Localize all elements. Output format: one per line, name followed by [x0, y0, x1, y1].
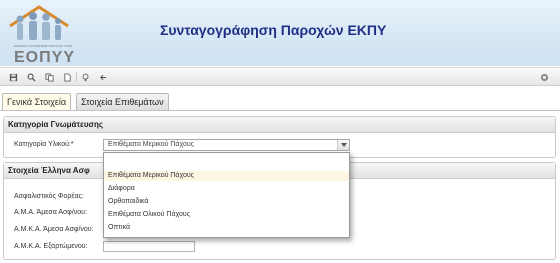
logo-tagline: ΕΘΝΙΚΟΣ ΟΡΓΑΝΙΣΜΟΣ ΠΑΡΟΧΗΣ ΥΠΗΡΕΣΙΩΝ ΥΓΕ…	[14, 44, 72, 48]
document-icon[interactable]	[62, 72, 72, 82]
material-category-select[interactable]: Επιθέματα Μερικού Πάχους	[103, 139, 350, 151]
amka-dependent-label: Α.Μ.Κ.Α. Εξαρτώμενου:	[14, 243, 88, 250]
chevron-down-icon	[340, 143, 347, 147]
copy-icon[interactable]	[44, 72, 54, 82]
eopyy-logo: ΕΘΝΙΚΟΣ ΟΡΓΑΝΙΣΜΟΣ ΠΑΡΟΧΗΣ ΥΠΗΡΕΣΙΩΝ ΥΓΕ…	[6, 4, 74, 66]
family-logo-icon	[9, 5, 69, 40]
material-category-dropdown: Επιθέματα Μερικού Πάχους Διάφορα Ορθοπαι…	[103, 152, 350, 238]
app-header: ΕΘΝΙΚΟΣ ΟΡΓΑΝΙΣΜΟΣ ΠΑΡΟΧΗΣ ΥΠΗΡΕΣΙΩΝ ΥΓΕ…	[0, 0, 560, 66]
lightbulb-icon[interactable]	[80, 72, 90, 82]
dropdown-option[interactable]: Επιθέματα Μερικού Πάχους	[104, 171, 349, 181]
dropdown-option[interactable]: Επιθέματα Ολικού Πάχους	[108, 211, 190, 218]
category-section-title: Κατηγορία Γνωμάτευσης	[4, 117, 555, 133]
amka-dependent-input[interactable]	[103, 241, 195, 252]
tab-dressings-info[interactable]: Στοιχεία Επιθεμάτων	[76, 93, 169, 111]
tab-divider	[0, 110, 560, 111]
save-icon[interactable]	[8, 72, 18, 82]
insurance-fund-label: Ασφαλιστικός Φορέας:	[14, 193, 84, 200]
dropdown-option[interactable]: Ορθοπαιδικά	[108, 198, 148, 205]
back-arrow-icon[interactable]	[98, 72, 108, 82]
material-category-label: Κατηγορία Υλικού:*	[14, 141, 74, 148]
toolbar	[0, 67, 560, 86]
dropdown-option[interactable]: Διάφορα	[108, 185, 135, 192]
material-category-value: Επιθέματα Μερικού Πάχους	[108, 141, 195, 148]
ama-direct-insured-label: Α.Μ.Α. Άμεσα Ασφ/νου:	[14, 209, 87, 216]
app-title: Συνταγογράφηση Παροχών ΕΚΠΥ	[160, 22, 387, 38]
amka-direct-insured-label: Α.Μ.Κ.Α. Άμεσα Ασφ/νου:	[14, 226, 94, 233]
settings-icon[interactable]	[539, 72, 549, 82]
dropdown-option[interactable]: Οπτικά	[108, 224, 130, 231]
logo-text: ΕΟΠΥΥ	[14, 49, 76, 66]
toolbar-separator	[76, 72, 77, 82]
search-icon[interactable]	[26, 72, 36, 82]
dropdown-arrow-button[interactable]	[337, 140, 349, 150]
tab-general-info[interactable]: Γενικά Στοιχεία	[2, 93, 72, 111]
